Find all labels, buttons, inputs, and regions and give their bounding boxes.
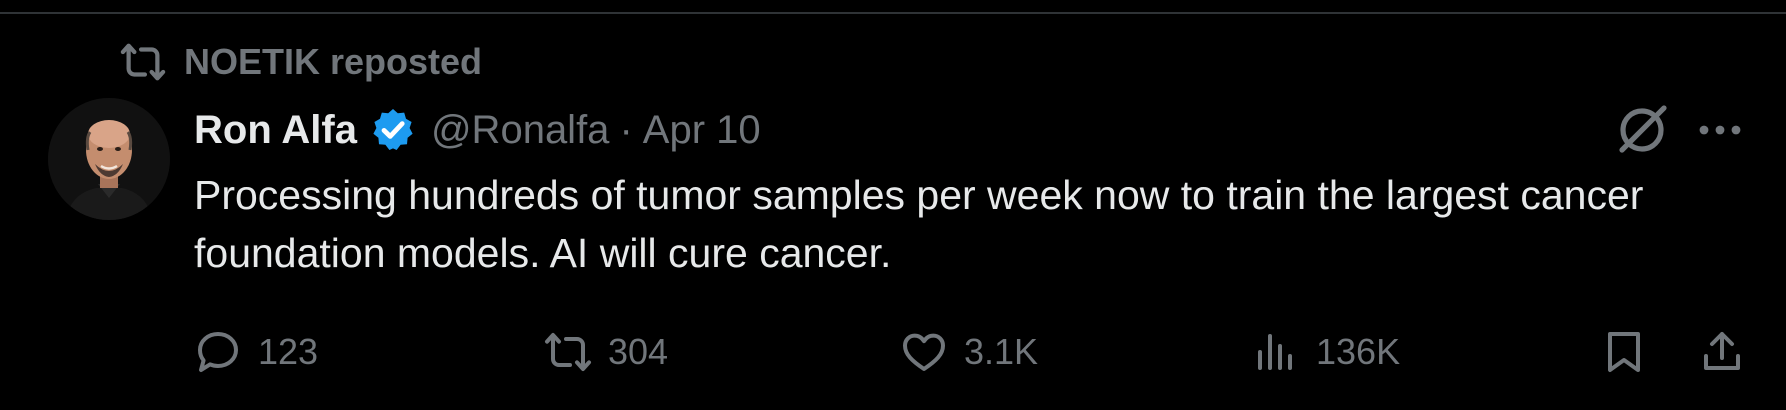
avatar-image bbox=[48, 98, 170, 220]
separator-dot: · bbox=[619, 107, 633, 152]
action-bar: 123 304 3.1K 136K bbox=[194, 322, 1754, 382]
author-name[interactable]: Ron Alfa bbox=[194, 108, 357, 153]
reply-count: 123 bbox=[258, 331, 319, 372]
repost-icon bbox=[120, 43, 166, 81]
grok-icon[interactable] bbox=[1612, 100, 1672, 160]
share-button[interactable] bbox=[1698, 322, 1746, 382]
repost-banner[interactable]: NOETIK reposted bbox=[120, 40, 482, 84]
repost-label: NOETIK reposted bbox=[184, 41, 483, 82]
bookmark-button[interactable] bbox=[1600, 322, 1648, 382]
tweet-header: Ron Alfa @Ronalfa · Apr 10 bbox=[194, 102, 761, 158]
like-count: 3.1K bbox=[964, 331, 1039, 372]
views-button[interactable]: 136K bbox=[1252, 322, 1400, 382]
tweet-date[interactable]: Apr 10 bbox=[643, 108, 761, 153]
tweet-text: Processing hundreds of tumor samples per… bbox=[194, 172, 1644, 276]
reply-icon bbox=[198, 332, 238, 372]
like-icon bbox=[903, 333, 945, 371]
bookmark-icon bbox=[1608, 332, 1640, 372]
avatar[interactable] bbox=[48, 98, 170, 220]
reply-button[interactable]: 123 bbox=[194, 322, 318, 382]
like-button[interactable]: 3.1K bbox=[900, 322, 1038, 382]
view-count: 136K bbox=[1316, 331, 1401, 372]
top-divider bbox=[0, 0, 1786, 14]
repost-button[interactable]: 304 bbox=[544, 322, 668, 382]
author-handle[interactable]: @Ronalfa bbox=[431, 108, 609, 153]
views-icon bbox=[1258, 334, 1292, 370]
repost-count: 304 bbox=[608, 331, 669, 372]
repost-icon bbox=[545, 333, 591, 371]
more-icon[interactable] bbox=[1696, 112, 1744, 148]
share-icon bbox=[1704, 332, 1740, 370]
verified-badge-icon[interactable] bbox=[369, 106, 417, 154]
